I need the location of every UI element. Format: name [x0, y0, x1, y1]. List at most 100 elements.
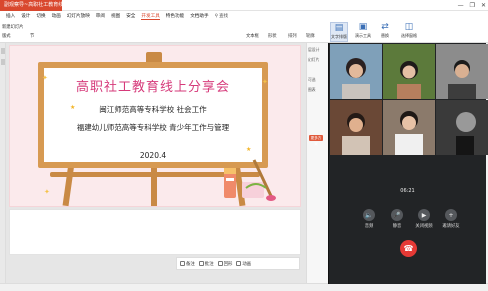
status-bar [0, 283, 488, 291]
pane-tab[interactable]: 幻灯片 [308, 57, 328, 63]
replace-icon: ⇄ [381, 22, 389, 32]
textbox-button[interactable]: 文本框 [246, 33, 259, 39]
camera-icon: ▶ [418, 209, 430, 221]
section-button[interactable]: 节 [30, 33, 34, 39]
selection-pane-button[interactable]: ◫ 选择窗格 [398, 22, 420, 42]
star-icon: ★ [246, 146, 252, 153]
sparkle-icon: ✦ [42, 74, 48, 82]
shape-button-bottom[interactable]: 回形 [217, 261, 232, 267]
paint-supplies-icon [224, 159, 276, 201]
window-controls: — ❐ ✕ [458, 0, 486, 11]
shape-button[interactable]: 形状 [268, 33, 277, 39]
phone-hangup-icon: ☎ [403, 244, 414, 253]
animation-button[interactable]: 动画 [236, 261, 251, 267]
participant-avatar-icon [383, 44, 435, 99]
call-duration: 06:21 [400, 188, 415, 194]
animation-label: 动画 [242, 261, 252, 267]
participant-video[interactable] [330, 44, 382, 99]
participant-avatar-icon [383, 100, 435, 155]
title-bar: 副观察导~高职社工教育线上分享会 — ❐ ✕ [0, 0, 488, 11]
play-icon [236, 261, 242, 266]
participant-video[interactable] [383, 100, 435, 155]
menu-features[interactable]: 特色功能 [166, 13, 184, 19]
audio-button[interactable]: 🔈 音频 [358, 209, 380, 229]
shape-icon [217, 261, 223, 266]
menu-security[interactable]: 安全 [126, 13, 135, 19]
participant-avatar-icon [330, 44, 382, 99]
comment-icon [198, 261, 204, 266]
menu-view[interactable]: 视图 [111, 13, 120, 19]
close-video-button[interactable]: ▶ 关闭视频 [413, 209, 435, 229]
audio-label: 音频 [364, 224, 374, 229]
bottom-toolbar: 备注 批注 回形 动画 [176, 257, 300, 270]
video-call-window: 06:21 🔈 音频 🎤 静音 ▶ 关闭视频 + 邀请好友 ☎ [328, 43, 488, 284]
speaker-icon: 🔈 [363, 209, 375, 221]
present-tools-icon: ▣ [358, 22, 368, 32]
maximize-icon[interactable]: ❐ [470, 0, 475, 11]
notes-area[interactable] [9, 209, 301, 255]
search-box[interactable]: ⚲ 查找 [214, 13, 229, 20]
close-video-label: 关闭视频 [415, 224, 433, 229]
menu-design[interactable]: 设计 [21, 13, 30, 19]
menu-bar: 插入 设计 切换 动画 幻灯片放映 审阅 视图 安全 开发工具 特色功能 文档助… [0, 11, 488, 21]
thumbnail-marker[interactable] [1, 59, 5, 65]
text-layout-label: 文字排版 [331, 34, 347, 39]
pane-tab[interactable]: 层设计 [308, 47, 328, 53]
add-user-icon: + [445, 209, 457, 221]
participant-video[interactable] [383, 44, 435, 99]
present-tools-button[interactable]: ▣ 演示工具 [354, 22, 372, 42]
menu-doc-assistant[interactable]: 文档助手 [190, 13, 208, 19]
layout-button[interactable]: 版式 [2, 33, 11, 39]
slide-line-school-2: 福建幼儿师范高等专科学校 青少年工作与管理 [76, 123, 230, 132]
menu-slideshow[interactable]: 幻灯片放映 [67, 13, 90, 19]
notes-button[interactable]: 备注 [180, 261, 195, 267]
invite-button[interactable]: + 邀请好友 [440, 209, 462, 229]
slide-canvas[interactable]: 高职社工教育线上分享会 闽江师范高等专科学校 社会工作 福建幼儿师范高等专科学校… [9, 45, 301, 207]
more-options-button[interactable]: 更多方案 [309, 135, 323, 146]
properties-pane: 层设计 幻灯片 可选 图表 更多方案 [306, 43, 328, 283]
pane-tab[interactable]: 可选 [308, 77, 328, 83]
selection-pane-icon: ◫ [404, 22, 414, 32]
new-slide-button[interactable]: 新建幻灯片 [2, 24, 23, 30]
search-label: 查找 [218, 14, 229, 19]
participant-video[interactable] [436, 44, 488, 99]
participant-video[interactable] [330, 100, 382, 155]
participant-avatar-icon [330, 100, 382, 155]
whiteboard: 高职社工教育线上分享会 闽江师范高等专科学校 社会工作 福建幼儿师范高等专科学校… [38, 62, 268, 168]
menu-transition[interactable]: 切换 [36, 13, 45, 19]
mute-label: 静音 [392, 224, 402, 229]
replace-button[interactable]: ⇄ 替换 [376, 22, 394, 42]
close-icon[interactable]: ✕ [481, 0, 486, 11]
document-tab[interactable]: 副观察导~高职社工教育线上分享会 [0, 0, 62, 11]
thumbnail-marker[interactable] [1, 48, 5, 54]
replace-label: 替换 [381, 33, 389, 38]
minimize-icon[interactable]: — [458, 0, 464, 11]
comments-button[interactable]: 批注 [198, 261, 214, 267]
pane-tab[interactable]: 图表 [308, 87, 328, 93]
slide-line-school-1: 闽江师范高等专科学校 社会工作 [99, 105, 207, 114]
text-layout-button[interactable]: ▤ 文字排版 [330, 22, 348, 42]
hangup-button[interactable]: ☎ [400, 240, 417, 257]
menu-review[interactable]: 审阅 [96, 13, 105, 19]
mute-button[interactable]: 🎤 静音 [386, 209, 408, 229]
notes-icon [180, 261, 185, 266]
arrange-button[interactable]: 排列 [288, 33, 297, 39]
participant-avatar-icon [436, 100, 488, 155]
sparkle-icon: ✦ [44, 188, 50, 196]
text-layout-icon: ▤ [334, 23, 344, 33]
comments-label: 批注 [204, 261, 214, 267]
selection-pane-label: 选择窗格 [401, 33, 417, 38]
invite-label: 邀请好友 [442, 224, 460, 229]
search-icon: ⚲ [214, 13, 218, 19]
outline-button[interactable]: 轮廓 [306, 33, 315, 39]
participant-video[interactable] [436, 100, 488, 155]
slide-title: 高职社工教育线上分享会 [75, 80, 230, 95]
menu-insert[interactable]: 插入 [6, 13, 15, 19]
menu-developer[interactable]: 开发工具 [141, 13, 160, 20]
present-tools-label: 演示工具 [355, 33, 371, 38]
participant-avatar-icon [436, 44, 488, 99]
microphone-icon: 🎤 [391, 209, 403, 221]
menu-animation[interactable]: 动画 [52, 13, 61, 19]
sparkle-icon: ✦ [262, 78, 268, 86]
ribbon: 新建幻灯片 版式 节 文本框 形状 排列 轮廓 ▤ 文字排版 ▣ 演示工具 ⇄ … [0, 21, 488, 43]
